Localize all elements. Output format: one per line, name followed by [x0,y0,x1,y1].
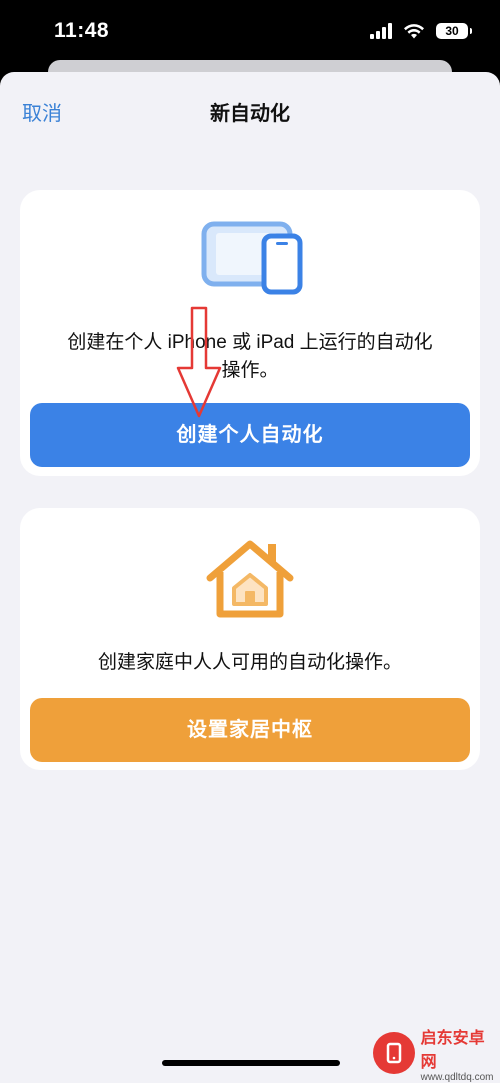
personal-automation-description: 创建在个人 iPhone 或 iPad 上运行的自动化 操作。 [67,332,433,381]
new-automation-sheet: 取消 新自动化 创建在个人 iPhone 或 iPad 上运行的自动化 操作。 … [0,72,500,1083]
home-automation-card: 创建家庭中人人可用的自动化操作。 设置家居中枢 [20,508,480,770]
status-bar: 11:48 30 [0,0,500,66]
create-personal-automation-button[interactable]: 创建个人自动化 [30,403,470,467]
watermark: 启东安卓网 www.qdltdq.com [365,1023,500,1083]
home-icon [206,540,294,618]
watermark-text: 启东安卓网 www.qdltdq.com [420,1029,494,1083]
personal-automation-card: 创建在个人 iPhone 或 iPad 上运行的自动化 操作。 创建个人自动化 [20,190,480,476]
status-icons: 30 [370,22,472,40]
home-indicator [162,1060,340,1066]
home-automation-description: 创建家庭中人人可用的自动化操作。 [97,652,402,673]
setup-home-hub-button[interactable]: 设置家居中枢 [30,698,470,762]
cellular-signal-icon [370,23,392,39]
page-title: 新自动化 [210,103,290,125]
status-time: 11:48 [54,19,110,42]
watermark-logo-icon [373,1032,415,1074]
wifi-icon [404,24,424,39]
ipad-iphone-icon [201,221,303,295]
battery-icon: 30 [436,23,472,39]
